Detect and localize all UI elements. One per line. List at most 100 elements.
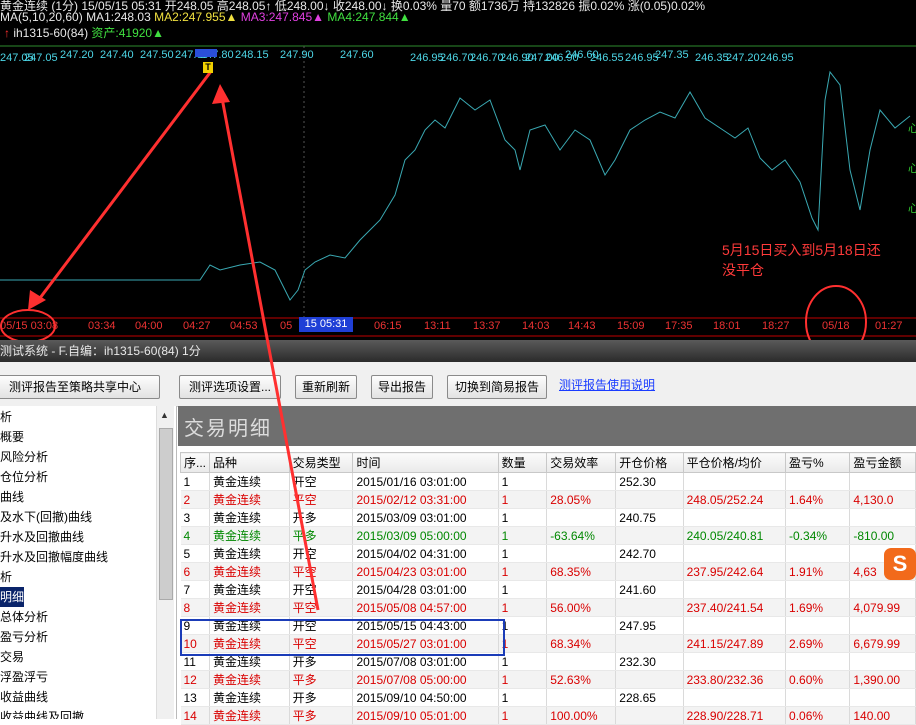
report-tree[interactable]: 析概要 风险分析 仓位分析 曲线 及水下(回撤)曲线 升水及回撤曲线 升水及回撤幅度曲线析明…	[0, 406, 177, 719]
tree-item[interactable]: 交易	[0, 647, 24, 667]
tree-item[interactable]: 概要	[0, 427, 24, 447]
table-row[interactable]: 13 黄金连续 开多 2015/09/10 04:50:00 1 228.65	[180, 688, 916, 707]
tree-item[interactable]: 风险分析	[0, 447, 48, 467]
column-header[interactable]: 开仓价格	[615, 452, 684, 473]
tree-item[interactable]: 及水下(回撤)曲线	[0, 507, 92, 527]
scroll-thumb[interactable]	[159, 428, 173, 600]
cell-pct	[785, 508, 851, 527]
tree-scrollbar[interactable]: ▲	[156, 406, 174, 719]
cell-open	[615, 670, 684, 689]
column-header[interactable]: 时间	[352, 452, 499, 473]
cell-time: 2015/09/10 05:01:00	[352, 706, 499, 725]
cell-pct: -0.34%	[785, 526, 851, 545]
tree-item[interactable]: 曲线	[0, 487, 24, 507]
column-header[interactable]: 平仓价格/均价	[682, 452, 787, 473]
cell-type: 平空	[289, 562, 354, 581]
sogou-icon[interactable]: S	[884, 548, 916, 580]
ma-label: MA(5,10,20,60)	[0, 10, 83, 24]
column-header[interactable]: 品种	[209, 452, 290, 473]
column-header[interactable]: 交易类型	[288, 452, 354, 473]
table-row[interactable]: 6 黄金连续 平空 2015/04/23 03:01:00 1 68.35% 237.95/…	[180, 562, 916, 581]
trade-table: 序... 品种 交易类型 时间 数量 交易效率 开仓价格 平仓价格/均价 盈亏% 盈亏金额 1 黄金…	[179, 452, 916, 725]
cell-eff: 56.00%	[546, 598, 617, 617]
cell-eff	[546, 652, 617, 671]
cell-close: 237.95/242.64	[683, 562, 787, 581]
cell-no: 6	[180, 562, 211, 581]
cell-pnl	[849, 688, 916, 707]
cell-close	[683, 688, 787, 707]
price-label: 247.40	[100, 49, 134, 61]
cell-symbol: 黄金连续	[209, 472, 290, 491]
tree-item[interactable]: 浮盈浮亏	[0, 667, 48, 687]
cell-no: 7	[180, 580, 211, 599]
column-header[interactable]: 序...	[179, 452, 211, 473]
cell-eff: -63.64%	[546, 526, 617, 545]
cell-no: 4	[180, 526, 211, 545]
cell-symbol: 黄金连续	[209, 490, 290, 509]
cell-eff	[546, 688, 617, 707]
cell-pnl: 1,390.00	[849, 670, 916, 689]
cell-pnl: -810.00	[849, 526, 916, 545]
cell-pnl: 140.00	[849, 706, 916, 725]
trade-marker[interactable]: T	[203, 62, 213, 73]
export-report-button[interactable]: 导出报告	[371, 375, 433, 399]
table-row[interactable]: 5 黄金连续 开空 2015/04/02 04:31:00 1 242.70	[180, 544, 916, 563]
tree-item[interactable]: 盈亏分析	[0, 627, 48, 647]
price-label: 247.20	[60, 49, 94, 61]
column-header[interactable]: 盈亏%	[785, 452, 851, 473]
cell-pnl	[849, 508, 916, 527]
panel-title-bar: 交易明细	[178, 406, 916, 446]
cell-eff: 68.35%	[546, 562, 617, 581]
table-row[interactable]: 4 黄金连续 平多 2015/03/09 05:00:00 1 -63.64% 240.05…	[180, 526, 916, 545]
scroll-up-icon[interactable]: ▲	[160, 410, 169, 420]
time-tick-label: 18:27	[762, 320, 790, 332]
table-row[interactable]: 7 黄金连续 开空 2015/04/28 03:01:00 1 241.60	[180, 580, 916, 599]
cell-open: 242.70	[615, 544, 684, 563]
simple-report-button[interactable]: 切换到简易报告	[447, 375, 547, 399]
cell-symbol: 黄金连续	[209, 688, 290, 707]
tree-item[interactable]: 总体分析	[0, 607, 48, 627]
column-header[interactable]: 交易效率	[546, 452, 617, 473]
cell-type: 平多	[289, 670, 354, 689]
cell-pct: 2.69%	[785, 634, 851, 653]
cell-close: 241.15/247.89	[683, 634, 787, 653]
column-header[interactable]: 盈亏金额	[849, 452, 916, 473]
table-row[interactable]: 3 黄金连续 开多 2015/03/09 03:01:00 1 240.75	[180, 508, 916, 527]
column-header[interactable]: 数量	[497, 452, 548, 473]
status-text: 测试系统 - F.自编：ih1315-60(84) 1分	[0, 344, 201, 358]
cell-open: 247.95	[615, 616, 684, 635]
table-row[interactable]: 8 黄金连续 平空 2015/05/08 04:57:00 1 56.00% 237.40/…	[180, 598, 916, 617]
tree-item[interactable]: 升水及回撤曲线	[0, 527, 84, 547]
table-row[interactable]: 14 黄金连续 平多 2015/09/10 05:01:00 1 100.00% 228.9…	[180, 706, 916, 725]
cell-time: 2015/07/08 05:00:00	[352, 670, 499, 689]
table-row[interactable]: 2 黄金连续 平空 2015/02/12 03:31:00 1 28.05% 248.05/…	[180, 490, 916, 509]
time-tick-label: 05/18	[822, 320, 850, 332]
time-tick-label: 13:11	[424, 320, 451, 332]
refresh-button[interactable]: 重新刷新	[295, 375, 357, 399]
cell-no: 14	[180, 706, 211, 725]
trade-detail-panel: 交易明细 序... 品种 交易类型 时间 数量 交易效率 开仓价格 平仓价格/均价 盈亏% 盈亏金…	[178, 406, 916, 725]
time-tick-label: 13:37	[473, 320, 501, 332]
tree-item[interactable]: 明细	[0, 587, 25, 607]
cell-pnl	[849, 580, 916, 599]
cell-pct: 1.69%	[785, 598, 851, 617]
tree-item[interactable]: 升水及回撤幅度曲线	[0, 547, 108, 567]
cell-close: 233.80/232.36	[683, 670, 787, 689]
cell-qty: 1	[498, 652, 548, 671]
tree-item[interactable]: 析	[0, 407, 12, 427]
share-report-button[interactable]: 测评报告至策略共享中心	[0, 375, 160, 399]
cell-open	[615, 634, 684, 653]
cell-eff: 100.00%	[546, 706, 617, 725]
options-settings-button[interactable]: 测评选项设置...	[179, 375, 281, 399]
table-row[interactable]: 12 黄金连续 平多 2015/07/08 05:00:00 1 52.63% 233.80…	[180, 670, 916, 689]
tree-item[interactable]: 收益曲线及回撤	[0, 707, 84, 719]
cell-eff	[546, 508, 617, 527]
tree-item[interactable]: 收益曲线	[0, 687, 48, 707]
report-help-link[interactable]: 测评报告使用说明	[559, 376, 655, 393]
cell-type: 开多	[289, 508, 354, 527]
table-row[interactable]: 1 黄金连续 开空 2015/01/16 03:01:00 1 252.30	[180, 472, 916, 491]
price-label: 246.95	[625, 52, 659, 64]
price-chart[interactable]: 黄金连续 (1分) 15/05/15 05:31 开248.05 高248.05…	[0, 0, 916, 340]
tree-item[interactable]: 析	[0, 567, 12, 587]
tree-item[interactable]: 仓位分析	[0, 467, 48, 487]
